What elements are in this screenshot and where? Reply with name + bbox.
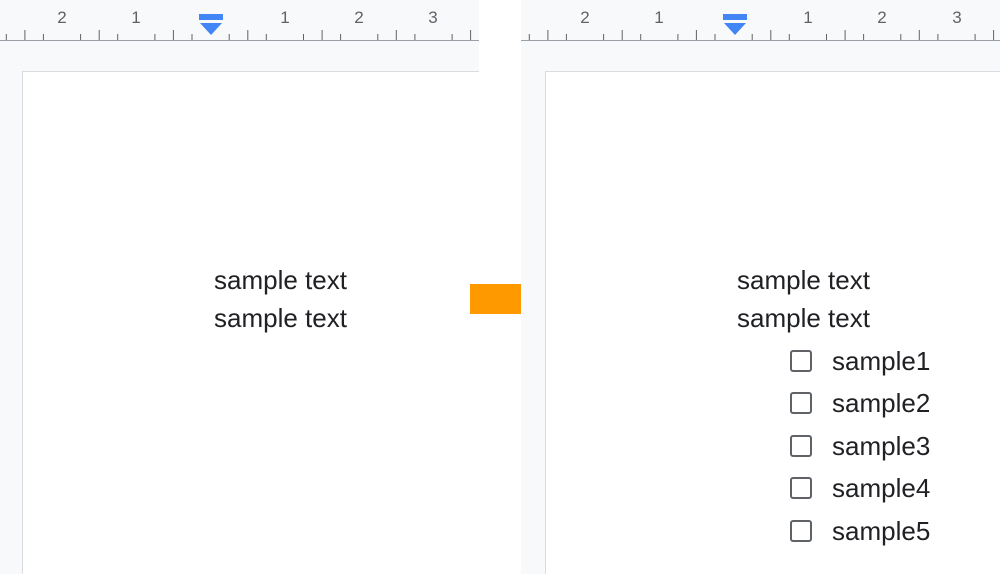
checkbox[interactable] [790, 477, 812, 499]
checkbox[interactable] [790, 435, 812, 457]
checkbox[interactable] [790, 392, 812, 414]
indent-marker-icon[interactable] [723, 14, 747, 20]
text-line[interactable]: sample text [214, 303, 347, 333]
checklist-item[interactable]: sample5 [790, 516, 930, 546]
indent-marker-triangle[interactable] [200, 23, 222, 35]
indent-marker-icon[interactable] [199, 14, 223, 20]
checklist-item[interactable]: sample2 [790, 388, 930, 418]
checkbox[interactable] [790, 350, 812, 372]
ruler-number: 1 [654, 8, 664, 27]
ruler-ticks [521, 14, 1000, 41]
indent-marker-triangle[interactable] [724, 23, 746, 35]
checklist-item[interactable]: sample1 [790, 346, 930, 376]
ruler-number: 3 [428, 8, 438, 27]
text-line[interactable]: sample text [737, 303, 870, 333]
checklist-item-label[interactable]: sample4 [832, 473, 930, 503]
checklist-item-label[interactable]: sample1 [832, 346, 930, 376]
ruler-number: 2 [354, 8, 364, 27]
ruler-number: 3 [952, 8, 962, 27]
checklist-item-label[interactable]: sample2 [832, 388, 930, 418]
after-panel: 2 1 1 2 3 sample text sample text sample… [521, 0, 1000, 574]
horizontal-ruler[interactable]: 2 1 1 2 3 [521, 0, 1000, 42]
checklist-item[interactable]: sample3 [790, 431, 930, 461]
ruler-number: 1 [280, 8, 290, 27]
checklist-item[interactable]: sample4 [790, 473, 930, 503]
checklist-item-label[interactable]: sample3 [832, 431, 930, 461]
checkbox[interactable] [790, 520, 812, 542]
ruler-number: 2 [57, 8, 67, 27]
ruler-number: 2 [877, 8, 887, 27]
before-panel: 2 1 1 2 3 sample text sample text [0, 0, 479, 574]
document-page[interactable]: sample text sample text [22, 71, 479, 574]
text-line[interactable]: sample text [737, 265, 870, 295]
checklist-item-label[interactable]: sample5 [832, 516, 930, 546]
ruler-number: 1 [131, 8, 141, 27]
text-line[interactable]: sample text [214, 265, 347, 295]
ruler-ticks [0, 14, 479, 41]
ruler-number: 1 [803, 8, 813, 27]
ruler-number: 2 [580, 8, 590, 27]
document-page[interactable]: sample text sample text sample1 sample2 … [545, 71, 1000, 574]
horizontal-ruler[interactable]: 2 1 1 2 3 [0, 0, 479, 42]
